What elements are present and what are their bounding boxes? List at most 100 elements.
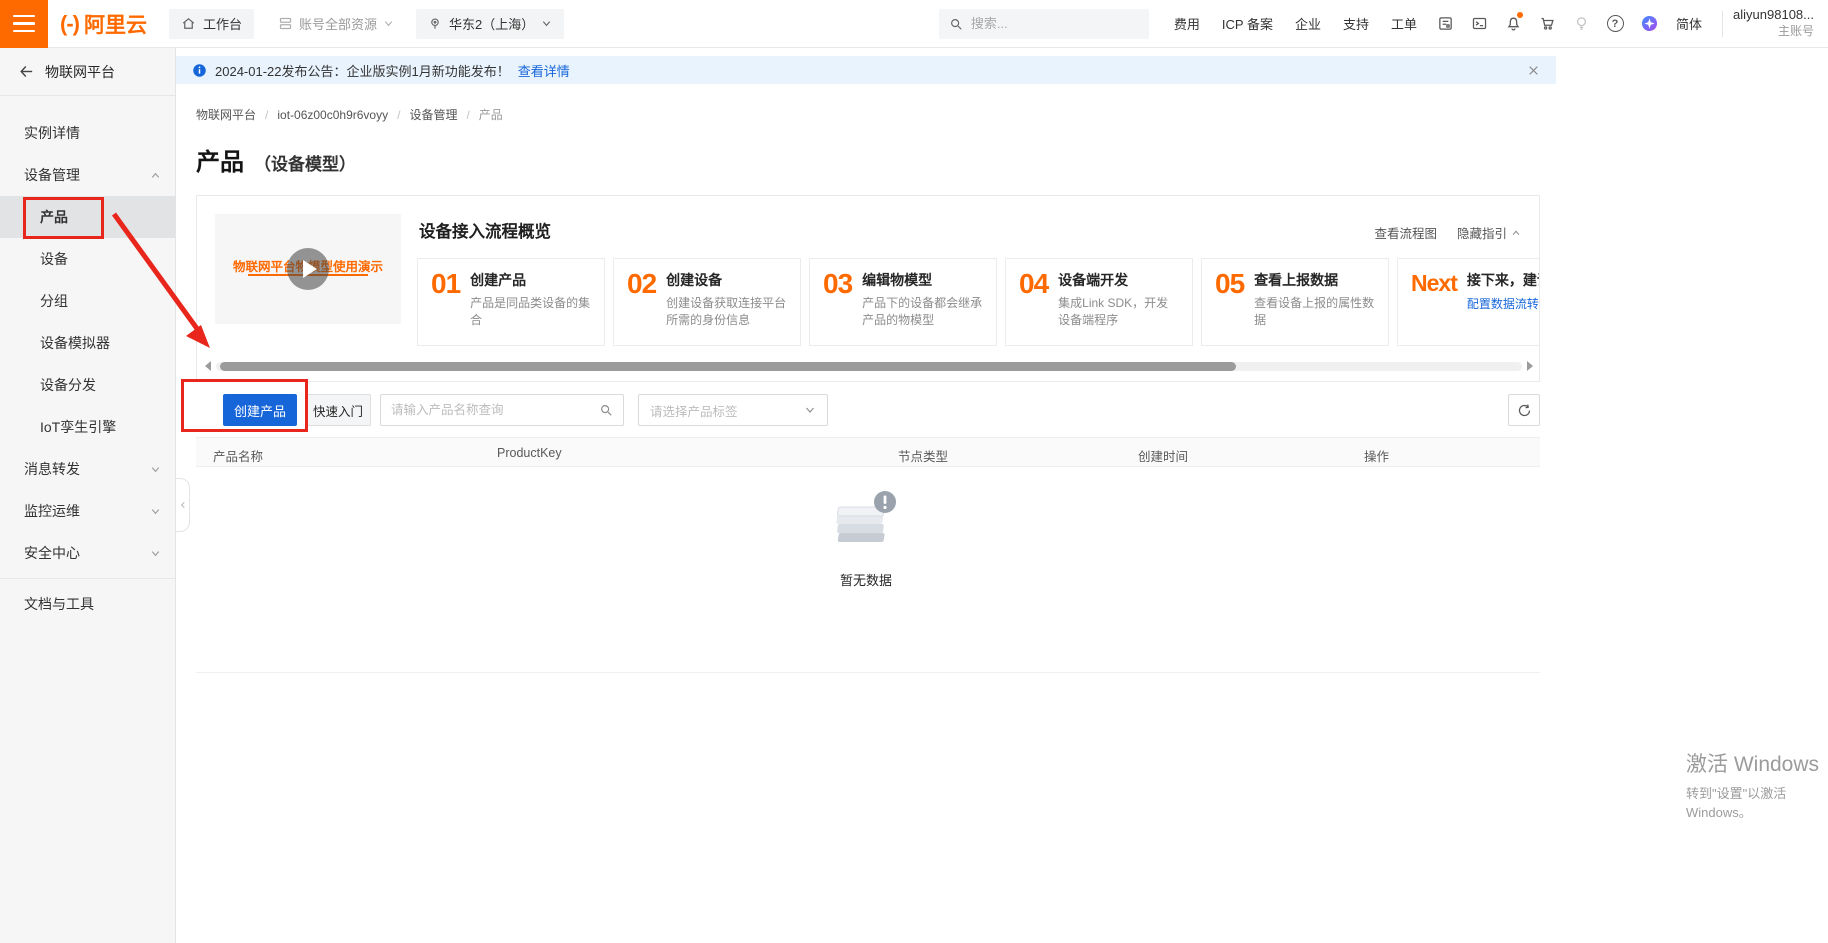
scroll-right-arrow-icon[interactable] xyxy=(1527,361,1533,371)
global-search-input[interactable] xyxy=(971,16,1147,31)
step-card-3: 03 编辑物模型 产品下的设备都会继承产品的物模型 xyxy=(809,258,997,346)
aliyun-logo[interactable]: (-) 阿里云 xyxy=(60,9,147,39)
guide-heading: 设备接入流程概览 xyxy=(419,218,551,242)
step-description: 产品下的设备都会继承产品的物模型 xyxy=(862,295,983,330)
column-created-time: 创建时间 xyxy=(1138,446,1188,465)
step-card-5: 05 查看上报数据 查看设备上报的属性数据 xyxy=(1201,258,1389,346)
empty-state: 暂无数据 xyxy=(176,489,1556,589)
cloudshell-terminal-icon[interactable] xyxy=(1462,15,1496,32)
sidebar-item-iot-twin-engine[interactable]: IoT孪生引擎 xyxy=(0,406,175,448)
step-description: 产品是同品类设备的集合 xyxy=(470,295,591,330)
account-username: aliyun98108... xyxy=(1733,7,1814,24)
sidebar-item-products[interactable]: 产品 xyxy=(0,196,175,238)
notification-bell-icon[interactable] xyxy=(1496,15,1530,32)
close-icon[interactable] xyxy=(1527,64,1540,77)
breadcrumb-instance-id[interactable]: iot-06z00c0h9r6voyy xyxy=(277,108,388,122)
scroll-left-arrow-icon[interactable] xyxy=(205,361,211,371)
sidebar-item-monitoring-ops[interactable]: 监控运维 xyxy=(0,490,175,532)
product-search-input[interactable] xyxy=(391,403,591,417)
sidebar-item-device-simulator[interactable]: 设备模拟器 xyxy=(0,322,175,364)
scrollbar-track[interactable] xyxy=(216,362,1522,371)
workbench-label: 工作台 xyxy=(203,14,242,33)
scrollbar-thumb[interactable] xyxy=(220,362,1236,371)
step-card-4: 04 设备端开发 集成Link SDK，开发设备端程序 xyxy=(1005,258,1193,346)
hide-guide-link[interactable]: 隐藏指引 xyxy=(1457,223,1521,242)
api-icon[interactable] xyxy=(1428,15,1462,32)
guide-links: 查看流程图 隐藏指引 xyxy=(1374,223,1521,242)
step-description: 查看设备上报的属性数据 xyxy=(1254,295,1375,330)
step-number: 02 xyxy=(627,270,656,334)
sidebar-item-docs-tools[interactable]: 文档与工具 xyxy=(0,583,175,625)
configure-data-forwarding-link[interactable]: 配置数据流转 xyxy=(1467,295,1539,312)
product-tag-select[interactable]: 请选择产品标签 xyxy=(638,394,828,426)
announcement-details-link[interactable]: 查看详情 xyxy=(518,61,570,80)
lightbulb-icon[interactable] xyxy=(1564,15,1598,32)
step-title: 创建设备 xyxy=(666,270,787,290)
breadcrumb-device-management[interactable]: 设备管理 xyxy=(409,106,457,123)
resource-scope-selector[interactable]: 账号全部资源 xyxy=(278,14,394,33)
sidebar-divider xyxy=(0,578,175,579)
watermark-subtitle: 转到"设置"以激活 Windows。 xyxy=(1686,783,1828,821)
sidebar-item-device-distribution[interactable]: 设备分发 xyxy=(0,364,175,406)
home-icon xyxy=(181,16,196,31)
language-switch[interactable]: 简体 xyxy=(1666,14,1712,33)
breadcrumb-iot-platform[interactable]: 物联网平台 xyxy=(196,106,256,123)
step-number: 01 xyxy=(431,270,460,334)
sidebar-item-instance-details[interactable]: 实例详情 xyxy=(0,112,175,154)
account-widget[interactable]: aliyun98108... 主账号 xyxy=(1733,7,1828,39)
chevron-down-icon xyxy=(383,18,394,29)
demo-video-thumbnail[interactable]: 物联网平台物模型使用演示 xyxy=(215,214,401,324)
aliyun-logo-mark: (-) xyxy=(60,11,79,37)
cards-horizontal-scrollbar xyxy=(205,360,1533,372)
quickstart-button[interactable]: 快速入门 xyxy=(305,394,371,426)
notification-badge xyxy=(1517,12,1523,18)
column-product-key: ProductKey xyxy=(497,446,562,460)
topbar: (-) 阿里云 工作台 账号全部资源 华东2（上海） xyxy=(0,0,1828,48)
xuanji-star-icon[interactable] xyxy=(1632,14,1666,33)
no-data-icon xyxy=(829,489,903,553)
page-title-main: 产品 xyxy=(196,142,244,177)
sidebar-item-groups[interactable]: 分组 xyxy=(0,280,175,322)
step-card-next: Next 接下来，建议您可 配置数据流转 xyxy=(1397,258,1539,346)
page-title-sub: （设备模型） xyxy=(254,150,356,175)
sidebar-collapse-handle[interactable] xyxy=(176,478,190,532)
empty-state-text: 暂无数据 xyxy=(176,570,1556,589)
menu-support[interactable]: 支持 xyxy=(1332,14,1380,33)
column-node-type: 节点类型 xyxy=(898,446,948,465)
cart-icon[interactable] xyxy=(1530,15,1564,32)
step-card-2: 02 创建设备 创建设备获取连接平台所需的身份信息 xyxy=(613,258,801,346)
menu-billing[interactable]: 费用 xyxy=(1163,14,1211,33)
step-title: 编辑物模型 xyxy=(862,270,983,290)
info-icon xyxy=(192,63,207,78)
product-search-box xyxy=(380,394,624,426)
region-selector[interactable]: 华东2（上海） xyxy=(416,9,564,39)
menu-tickets[interactable]: 工单 xyxy=(1380,14,1428,33)
sidebar-item-security-center[interactable]: 安全中心 xyxy=(0,532,175,574)
view-flowchart-link[interactable]: 查看流程图 xyxy=(1374,223,1437,242)
back-arrow-icon[interactable] xyxy=(18,63,35,80)
help-icon[interactable]: ? xyxy=(1598,15,1632,32)
chevron-down-icon xyxy=(804,404,816,416)
hamburger-menu-icon[interactable] xyxy=(0,0,48,48)
sidebar-item-device-management[interactable]: 设备管理 xyxy=(0,154,175,196)
search-icon xyxy=(949,17,963,31)
global-search[interactable] xyxy=(939,9,1149,39)
sidebar-item-message-forwarding[interactable]: 消息转发 xyxy=(0,448,175,490)
region-label: 华东2（上海） xyxy=(449,14,534,33)
create-product-button[interactable]: 创建产品 xyxy=(223,394,297,426)
workbench-button[interactable]: 工作台 xyxy=(169,9,254,39)
refresh-button[interactable] xyxy=(1508,394,1540,426)
sidebar-title: 物联网平台 xyxy=(45,62,115,82)
search-icon[interactable] xyxy=(599,403,613,417)
menu-icp[interactable]: ICP 备案 xyxy=(1211,14,1284,33)
step-title: 查看上报数据 xyxy=(1254,270,1375,290)
step-card-1: 01 创建产品 产品是同品类设备的集合 xyxy=(417,258,605,346)
sidebar-item-devices[interactable]: 设备 xyxy=(0,238,175,280)
chevron-down-icon xyxy=(541,18,552,29)
step-number: Next xyxy=(1411,270,1457,334)
product-table-header: 产品名称 ProductKey 节点类型 创建时间 操作 xyxy=(196,437,1540,467)
page-title: 产品 （设备模型） xyxy=(196,142,356,177)
sidebar-header: 物联网平台 xyxy=(0,48,175,96)
aliyun-logo-text: 阿里云 xyxy=(84,9,147,39)
menu-enterprise[interactable]: 企业 xyxy=(1284,14,1332,33)
